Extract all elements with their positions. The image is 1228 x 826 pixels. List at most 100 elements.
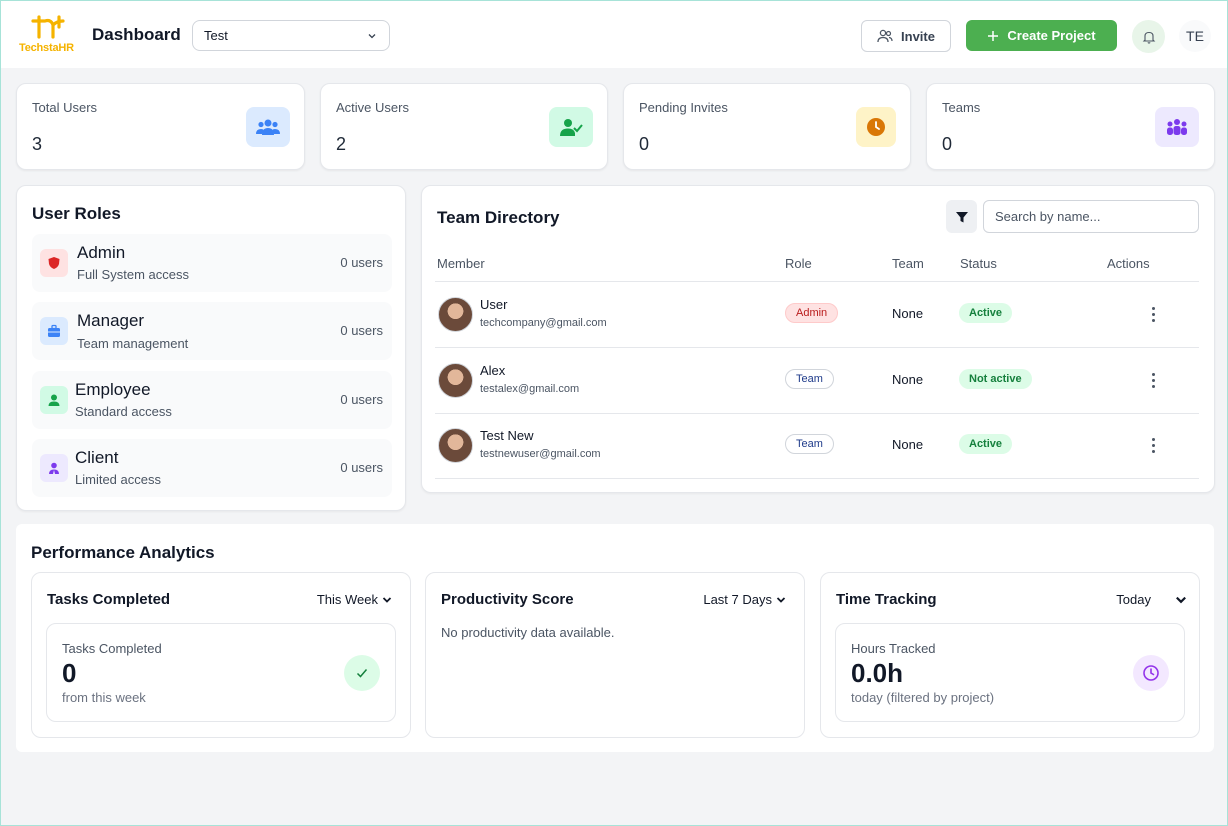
tasks-metric-label: Tasks Completed bbox=[62, 641, 162, 656]
member-team: None bbox=[892, 372, 924, 387]
member-name: Alex bbox=[480, 363, 506, 378]
column-header-status: Status bbox=[960, 256, 997, 271]
person-icon bbox=[40, 386, 68, 414]
role-name: Client bbox=[75, 448, 119, 467]
clock-icon bbox=[1133, 655, 1169, 691]
role-count: 0 users bbox=[340, 392, 383, 407]
stat-label: Teams bbox=[942, 100, 981, 115]
column-header-role: Role bbox=[785, 256, 812, 271]
page-title: Dashboard bbox=[92, 25, 181, 44]
create-project-label: Create Project bbox=[1007, 28, 1096, 43]
table-row[interactable]: Test New testnewuser@gmail.com Team None… bbox=[435, 413, 1199, 479]
invite-button[interactable]: Invite bbox=[861, 20, 951, 52]
table-row[interactable]: User techcompany@gmail.com Admin None Ac… bbox=[435, 282, 1199, 348]
create-project-button[interactable]: Create Project bbox=[966, 20, 1117, 51]
project-select-value: Test bbox=[204, 28, 228, 43]
time-metric-box: Hours Tracked 0.0h today (filtered by pr… bbox=[835, 623, 1185, 722]
role-name: Employee bbox=[75, 380, 151, 399]
top-bar: TechstaHR Dashboard Test Invite Create P… bbox=[1, 1, 1227, 68]
stat-card-active-users: Active Users 2 bbox=[320, 83, 608, 170]
stat-value: 0 bbox=[942, 134, 953, 154]
briefcase-icon bbox=[40, 317, 68, 345]
chevron-down-icon bbox=[382, 596, 392, 603]
role-item-admin[interactable]: Admin Full System access 0 users bbox=[32, 234, 392, 292]
role-desc: Full System access bbox=[77, 267, 189, 282]
member-name: Test New bbox=[480, 428, 534, 443]
avatar bbox=[438, 297, 473, 332]
member-name: User bbox=[480, 297, 508, 312]
user-check-icon bbox=[549, 107, 593, 147]
plus-icon bbox=[988, 30, 999, 41]
bell-icon bbox=[1142, 31, 1155, 44]
time-metric-label: Hours Tracked bbox=[851, 641, 936, 656]
shield-icon bbox=[40, 249, 68, 277]
filter-button[interactable] bbox=[946, 200, 977, 233]
role-item-manager[interactable]: Manager Team management 0 users bbox=[32, 302, 392, 360]
stat-value: 2 bbox=[336, 134, 347, 154]
tasks-range-dropdown[interactable]: This Week bbox=[317, 592, 392, 607]
stat-card-total-users: Total Users 3 bbox=[16, 83, 305, 170]
time-card-title: Time Tracking bbox=[836, 591, 937, 608]
stat-card-teams: Teams 0 bbox=[926, 83, 1215, 170]
productivity-range-dropdown[interactable]: Last 7 Days bbox=[703, 592, 786, 607]
filter-icon bbox=[955, 211, 968, 222]
stat-value: 0 bbox=[639, 134, 650, 154]
stat-label: Total Users bbox=[32, 100, 98, 115]
avatar bbox=[438, 428, 473, 463]
logo[interactable]: TechstaHR bbox=[19, 15, 79, 55]
users-icon bbox=[246, 107, 290, 147]
user-avatar[interactable]: TE bbox=[1179, 20, 1211, 52]
member-email: testnewuser@gmail.com bbox=[480, 448, 601, 460]
chevron-down-icon bbox=[776, 596, 786, 603]
table-row[interactable]: Alex testalex@gmail.com Team None Not ac… bbox=[435, 348, 1199, 414]
status-badge: Not active bbox=[959, 369, 1032, 389]
team-directory-title: Team Directory bbox=[437, 208, 560, 227]
role-count: 0 users bbox=[340, 460, 383, 475]
invite-label: Invite bbox=[901, 28, 935, 44]
client-icon bbox=[40, 454, 68, 482]
search-input[interactable] bbox=[983, 200, 1199, 233]
member-team: None bbox=[892, 437, 924, 452]
row-actions-menu-icon[interactable] bbox=[1143, 433, 1163, 457]
time-tracking-card: Time Tracking Today Hours Tracked 0.0h t… bbox=[820, 572, 1200, 738]
row-actions-menu-icon[interactable] bbox=[1143, 302, 1163, 326]
productivity-card-title: Productivity Score bbox=[441, 591, 574, 608]
member-team: None bbox=[892, 306, 924, 321]
role-count: 0 users bbox=[340, 323, 383, 338]
role-badge: Team bbox=[785, 369, 834, 389]
chevron-down-icon bbox=[1176, 596, 1186, 603]
performance-analytics-section: Performance Analytics Tasks Completed Th… bbox=[16, 524, 1214, 752]
time-range-value: Today bbox=[1116, 592, 1151, 607]
tasks-card-title: Tasks Completed bbox=[47, 591, 171, 608]
member-email: testalex@gmail.com bbox=[480, 383, 580, 395]
productivity-empty-message: No productivity data available. bbox=[441, 625, 615, 640]
tasks-range-value: This Week bbox=[316, 592, 378, 607]
role-name: Manager bbox=[77, 311, 145, 330]
project-select[interactable]: Test bbox=[192, 20, 390, 51]
user-roles-title: User Roles bbox=[32, 204, 121, 223]
status-badge: Active bbox=[959, 434, 1013, 454]
notifications-button[interactable] bbox=[1132, 20, 1165, 53]
column-header-actions: Actions bbox=[1107, 256, 1150, 271]
tasks-metric-value: 0 bbox=[62, 658, 77, 688]
row-divider bbox=[435, 478, 1199, 479]
tasks-metric-sub: from this week bbox=[62, 690, 146, 705]
member-email: techcompany@gmail.com bbox=[480, 317, 607, 329]
performance-title: Performance Analytics bbox=[31, 543, 215, 562]
role-item-client[interactable]: Client Limited access 0 users bbox=[32, 439, 392, 497]
role-desc: Team management bbox=[77, 336, 189, 351]
role-badge: Admin bbox=[785, 303, 839, 323]
team-icon bbox=[1155, 107, 1199, 147]
productivity-score-card: Productivity Score Last 7 Days No produc… bbox=[425, 572, 805, 738]
role-name: Admin bbox=[77, 243, 126, 262]
time-range-dropdown[interactable]: Today bbox=[1116, 592, 1187, 607]
user-roles-panel: User Roles Admin Full System access 0 us… bbox=[16, 185, 406, 511]
time-metric-value: 0.0h bbox=[851, 658, 904, 688]
team-directory-panel: Team Directory Member Role Team Status A… bbox=[421, 185, 1215, 493]
row-actions-menu-icon[interactable] bbox=[1143, 368, 1163, 392]
tasks-metric-box: Tasks Completed 0 from this week bbox=[46, 623, 396, 722]
role-item-employee[interactable]: Employee Standard access 0 users bbox=[32, 371, 392, 429]
stat-label: Pending Invites bbox=[639, 100, 728, 115]
status-badge: Active bbox=[959, 303, 1013, 323]
logo-text: TechstaHR bbox=[19, 42, 74, 54]
